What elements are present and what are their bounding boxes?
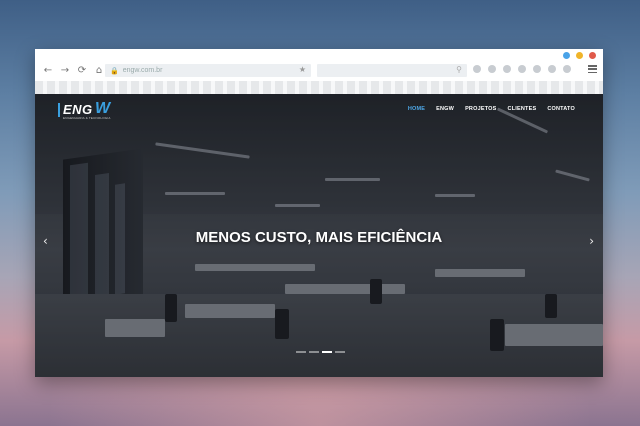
carousel-next-icon[interactable]: › [589, 234, 594, 248]
carousel-indicator[interactable] [335, 351, 345, 353]
main-navigation: HOME ENGW PROJETOS CLIENTES CONTATO [408, 106, 575, 112]
search-input[interactable]: ⚲ [317, 64, 467, 77]
nav-item-contato[interactable]: CONTATO [547, 106, 575, 112]
nav-item-projetos[interactable]: PROJETOS [465, 106, 496, 112]
bookmark-star-icon[interactable]: ★ [299, 65, 306, 74]
nav-item-clientes[interactable]: CLIENTES [508, 106, 537, 112]
window-controls [563, 52, 596, 59]
carousel-prev-icon[interactable]: ‹ [43, 234, 48, 248]
cloud-icon[interactable] [473, 65, 481, 73]
puzzle-icon[interactable] [533, 65, 541, 73]
heart-icon[interactable] [563, 65, 571, 73]
browser-toolbar: ← → ⟳ ⌂ 🔒 engw.com.br ★ ⚲ [35, 61, 603, 81]
search-icon[interactable]: ⚲ [456, 65, 462, 74]
carousel-indicator-active[interactable] [322, 351, 332, 353]
reload-icon[interactable]: ⟳ [76, 65, 88, 77]
bookmarks-strip [35, 81, 603, 94]
address-bar-url[interactable]: engw.com.br [123, 67, 163, 74]
close-button[interactable] [589, 52, 596, 59]
nav-item-home[interactable]: HOME [408, 106, 425, 112]
browser-window: ← → ⟳ ⌂ 🔒 engw.com.br ★ ⚲ ENG W ENGENHAR… [35, 49, 603, 377]
site-logo[interactable]: ENG W ENGENHARIA & TECNOLOGIA [57, 100, 117, 121]
menu-icon[interactable] [588, 65, 597, 73]
address-bar[interactable]: 🔒 engw.com.br ★ [105, 64, 311, 77]
shield-icon[interactable] [548, 65, 556, 73]
logo-text: ENG [63, 102, 93, 117]
camera-icon[interactable] [488, 65, 496, 73]
lock-icon: 🔒 [110, 66, 119, 75]
extension-icons [473, 65, 571, 73]
forward-icon[interactable]: → [59, 65, 71, 77]
carousel-indicator[interactable] [309, 351, 319, 353]
title-bar [35, 49, 603, 61]
hero-title: MENOS CUSTO, MAIS EFICIÊNCIA [195, 229, 443, 246]
sync-icon[interactable] [518, 65, 526, 73]
info-icon[interactable] [503, 65, 511, 73]
website-viewport: ENG W ENGENHARIA & TECNOLOGIA HOME ENGW … [35, 94, 603, 377]
minimize-button[interactable] [563, 52, 570, 59]
home-icon[interactable]: ⌂ [93, 65, 105, 77]
carousel-indicators [296, 351, 345, 353]
logo-subtitle: ENGENHARIA & TECNOLOGIA [63, 116, 111, 120]
maximize-button[interactable] [576, 52, 583, 59]
logo-accent-bar [58, 103, 60, 117]
nav-item-engw[interactable]: ENGW [436, 106, 454, 112]
carousel-indicator[interactable] [296, 351, 306, 353]
back-icon[interactable]: ← [42, 65, 54, 77]
